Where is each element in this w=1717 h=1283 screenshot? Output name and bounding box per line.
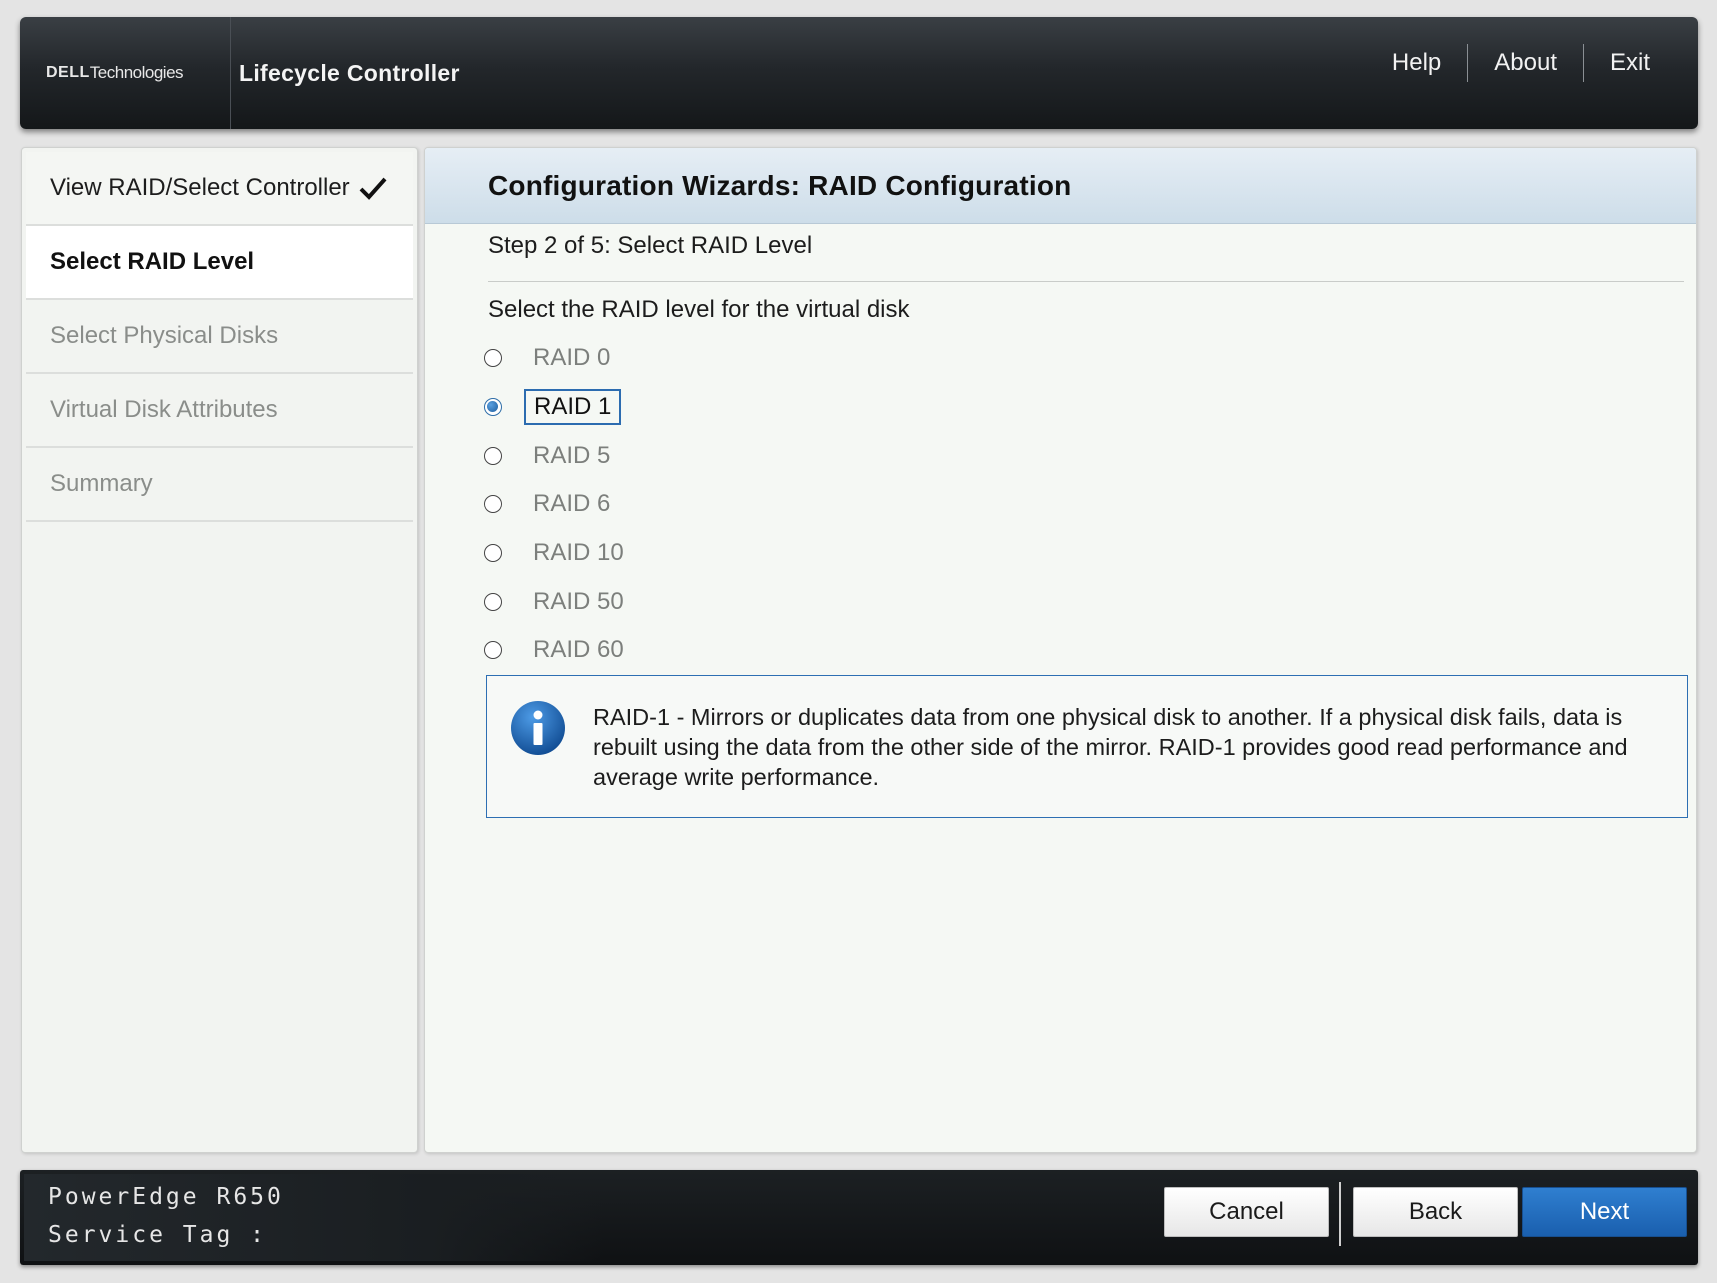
- page-title: Configuration Wizards: RAID Configuratio…: [488, 169, 1072, 201]
- dell-technologies-logo: DELL Technologies: [46, 17, 231, 129]
- radio-button-selected[interactable]: [484, 398, 502, 417]
- brand-dell: DELL: [46, 64, 90, 81]
- service-tag: Service Tag :: [48, 1222, 268, 1248]
- sidebar-item-summary: Summary: [26, 448, 413, 522]
- sidebar-item-label: View RAID/Select Controller: [50, 174, 350, 201]
- raid-option-raid-0[interactable]: RAID 0: [484, 334, 633, 383]
- info-icon: [511, 701, 565, 755]
- wizard-steps-sidebar: View RAID/Select Controller Select RAID …: [21, 147, 418, 1153]
- about-link[interactable]: About: [1468, 43, 1583, 83]
- cancel-button[interactable]: Cancel: [1164, 1187, 1329, 1237]
- brand-technologies: Technologies: [89, 63, 184, 82]
- back-button[interactable]: Back: [1353, 1187, 1518, 1237]
- footer-bar: PowerEdge R650 Service Tag : Cancel Back…: [20, 1170, 1698, 1265]
- raid-option-raid-5[interactable]: RAID 5: [484, 431, 633, 480]
- title-bar: Configuration Wizards: RAID Configuratio…: [425, 148, 1696, 224]
- system-info-panel: PowerEdge R650 Service Tag :: [24, 1174, 604, 1261]
- raid-option-raid-50[interactable]: RAID 50: [484, 577, 633, 626]
- sidebar-item-label: Select RAID Level: [50, 248, 255, 275]
- radio-label[interactable]: RAID 0: [524, 341, 619, 375]
- radio-button[interactable]: [484, 641, 502, 660]
- sidebar-item-view-raid[interactable]: View RAID/Select Controller: [26, 152, 413, 226]
- app-header: DELL Technologies Lifecycle Controller He…: [20, 17, 1698, 129]
- raid-level-radio-group: RAID 0 RAID 1 RAID 5 RAID 6 RAID 10 RAID…: [484, 334, 633, 675]
- raid-option-raid-6[interactable]: RAID 6: [484, 480, 633, 529]
- raid-option-raid-10[interactable]: RAID 10: [484, 529, 633, 578]
- sidebar-item-select-physical-disks: Select Physical Disks: [26, 300, 413, 374]
- sidebar-item-label: Summary: [50, 470, 153, 497]
- sidebar-item-select-raid-level[interactable]: Select RAID Level: [26, 226, 413, 300]
- sidebar-item-label: Select Physical Disks: [50, 322, 279, 349]
- raid-option-raid-1[interactable]: RAID 1: [484, 383, 633, 432]
- divider: [488, 281, 1684, 282]
- raid-description-box: RAID-1 - Mirrors or duplicates data from…: [486, 675, 1688, 818]
- radio-label[interactable]: RAID 50: [524, 585, 633, 619]
- radio-label[interactable]: RAID 5: [524, 439, 619, 473]
- radio-label[interactable]: RAID 60: [524, 633, 633, 667]
- radio-button[interactable]: [484, 349, 502, 368]
- top-nav: Help About Exit: [1366, 43, 1676, 83]
- radio-button[interactable]: [484, 446, 502, 465]
- radio-button[interactable]: [484, 495, 502, 514]
- raid-option-raid-60[interactable]: RAID 60: [484, 626, 633, 675]
- exit-link[interactable]: Exit: [1584, 43, 1676, 83]
- checkmark-icon: [359, 177, 387, 200]
- radio-button[interactable]: [484, 592, 502, 611]
- system-model: PowerEdge R650: [48, 1184, 284, 1210]
- sidebar-item-label: Virtual Disk Attributes: [50, 396, 278, 423]
- radio-label[interactable]: RAID 6: [524, 487, 619, 521]
- radio-button[interactable]: [484, 544, 502, 563]
- raid-level-prompt: Select the RAID level for the virtual di…: [488, 296, 910, 323]
- radio-label[interactable]: RAID 10: [524, 536, 633, 570]
- main-panel: Configuration Wizards: RAID Configuratio…: [424, 147, 1697, 1153]
- help-link[interactable]: Help: [1366, 43, 1467, 83]
- button-divider: [1339, 1182, 1341, 1246]
- raid-description-text: RAID-1 - Mirrors or duplicates data from…: [593, 704, 1628, 790]
- app-title: Lifecycle Controller: [239, 59, 460, 86]
- sidebar-item-virtual-disk-attributes: Virtual Disk Attributes: [26, 374, 413, 448]
- next-button[interactable]: Next: [1522, 1187, 1687, 1237]
- step-indicator: Step 2 of 5: Select RAID Level: [488, 232, 813, 259]
- radio-label-selected[interactable]: RAID 1: [524, 389, 622, 426]
